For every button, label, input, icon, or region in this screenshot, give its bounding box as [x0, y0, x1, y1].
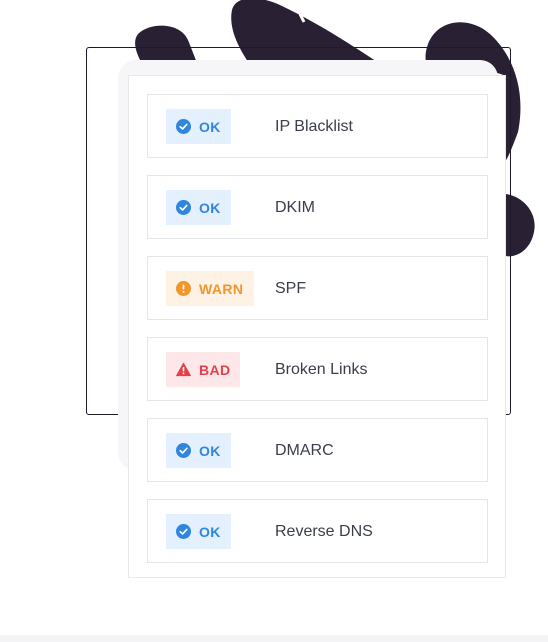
- check-circle-icon: [176, 119, 191, 134]
- check-row-broken-links: BAD Broken Links: [147, 337, 488, 401]
- status-text: OK: [199, 442, 221, 459]
- check-circle-icon: [176, 200, 191, 215]
- status-badge-ok: OK: [166, 190, 231, 225]
- status-badge-ok: OK: [166, 109, 231, 144]
- check-row-ip-blacklist: OK IP Blacklist: [147, 94, 488, 158]
- exclamation-circle-icon: [176, 281, 191, 296]
- check-label: Broken Links: [275, 361, 368, 378]
- check-label: SPF: [275, 280, 307, 297]
- check-row-reverse-dns: OK Reverse DNS: [147, 499, 488, 563]
- status-text: WARN: [199, 280, 244, 297]
- status-badge-warn: WARN: [166, 271, 254, 306]
- status-text: BAD: [199, 361, 231, 378]
- bottom-edge: [0, 635, 548, 642]
- status-text: OK: [199, 523, 221, 540]
- check-row-dmarc: OK DMARC: [147, 418, 488, 482]
- deliverability-checks-panel: OK IP Blacklist OK DKIM WARN SPF BAD Bro…: [128, 75, 506, 578]
- check-row-dkim: OK DKIM: [147, 175, 488, 239]
- status-badge-bad: BAD: [166, 352, 240, 387]
- check-label: DMARC: [275, 442, 334, 459]
- check-row-spf: WARN SPF: [147, 256, 488, 320]
- status-badge-ok: OK: [166, 514, 231, 549]
- status-badge-ok: OK: [166, 433, 231, 468]
- check-label: DKIM: [275, 199, 315, 216]
- status-text: OK: [199, 199, 221, 216]
- status-text: OK: [199, 118, 221, 135]
- check-label: IP Blacklist: [275, 118, 353, 135]
- check-circle-icon: [176, 443, 191, 458]
- check-label: Reverse DNS: [275, 523, 373, 540]
- warning-triangle-icon: [176, 362, 191, 377]
- check-circle-icon: [176, 524, 191, 539]
